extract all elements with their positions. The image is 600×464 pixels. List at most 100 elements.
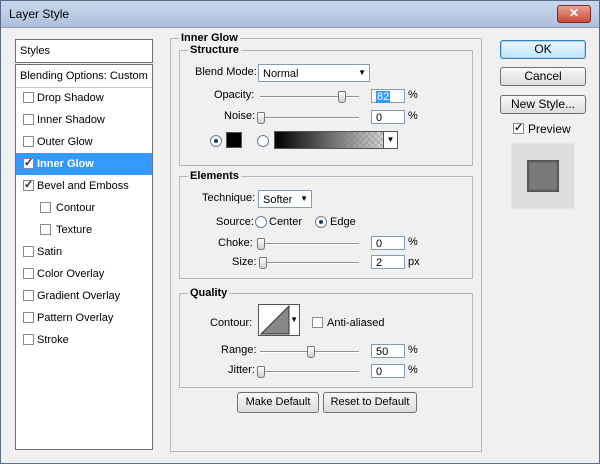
jitter-field[interactable]: 0 bbox=[371, 364, 405, 378]
styles-list: Blending Options: Custom Drop Shadow Inner… bbox=[15, 64, 153, 450]
range-unit: % bbox=[408, 344, 418, 356]
style-item-texture[interactable]: Texture bbox=[16, 219, 152, 241]
reset-default-label: Reset to Default bbox=[330, 396, 410, 408]
source-edge-radio[interactable] bbox=[315, 216, 327, 228]
noise-unit: % bbox=[408, 110, 418, 122]
style-checkbox[interactable] bbox=[40, 202, 51, 213]
make-default-button[interactable]: Make Default bbox=[237, 392, 319, 413]
jitter-slider-thumb[interactable] bbox=[257, 366, 265, 378]
style-checkbox[interactable] bbox=[23, 114, 34, 125]
style-item-label: Gradient Overlay bbox=[37, 290, 121, 302]
style-item-gradient-overlay[interactable]: Gradient Overlay bbox=[16, 285, 152, 307]
ok-button[interactable]: OK bbox=[500, 40, 586, 59]
range-label: Range: bbox=[221, 344, 257, 356]
noise-value: 0 bbox=[376, 112, 383, 124]
style-checkbox[interactable] bbox=[23, 136, 34, 147]
style-checkbox[interactable] bbox=[23, 290, 34, 301]
style-item-outer-glow[interactable]: Outer Glow bbox=[16, 131, 152, 153]
style-item-bevel-and-emboss[interactable]: Bevel and Emboss bbox=[16, 175, 152, 197]
solid-color-radio[interactable] bbox=[210, 135, 222, 147]
size-slider-thumb[interactable] bbox=[258, 257, 267, 269]
jitter-slider-track bbox=[260, 371, 359, 373]
choke-label: Choke: bbox=[218, 237, 253, 249]
style-item-drop-shadow[interactable]: Drop Shadow bbox=[16, 87, 152, 109]
style-item-satin[interactable]: Satin bbox=[16, 241, 152, 263]
contour-label: Contour: bbox=[210, 317, 253, 329]
jitter-unit: % bbox=[408, 364, 418, 376]
choke-value: 0 bbox=[376, 238, 383, 250]
technique-select[interactable]: Softer ▼ bbox=[258, 190, 312, 208]
opacity-unit: % bbox=[408, 89, 418, 101]
noise-label: Noise: bbox=[224, 110, 256, 122]
style-checkbox[interactable] bbox=[23, 92, 34, 103]
contour-picker[interactable]: ▼ bbox=[258, 304, 300, 336]
range-field[interactable]: 50 bbox=[371, 344, 405, 358]
style-item-label: Pattern Overlay bbox=[37, 312, 114, 324]
panel-title: Inner Glow bbox=[179, 32, 240, 44]
styles-header[interactable]: Styles bbox=[15, 39, 153, 63]
new-style-button[interactable]: New Style... bbox=[500, 95, 586, 114]
blend-mode-label: Blend Mode: bbox=[195, 66, 257, 78]
choke-unit: % bbox=[408, 236, 418, 248]
style-item-color-overlay[interactable]: Color Overlay bbox=[16, 263, 152, 285]
style-item-pattern-overlay[interactable]: Pattern Overlay bbox=[16, 307, 152, 329]
style-item-label: Texture bbox=[56, 224, 93, 236]
noise-slider-thumb[interactable] bbox=[257, 112, 265, 124]
style-item-blending-options-custom[interactable]: Blending Options: Custom bbox=[16, 65, 152, 88]
structure-group: Structure Blend Mode: Normal ▼ Opacity: … bbox=[179, 44, 473, 166]
style-item-stroke[interactable]: Stroke bbox=[16, 329, 152, 351]
anti-aliased-label: Anti-aliased bbox=[327, 317, 385, 329]
gradient-picker[interactable] bbox=[274, 131, 398, 149]
close-button[interactable]: ✕ bbox=[557, 5, 591, 23]
opacity-label: Opacity: bbox=[214, 89, 255, 101]
style-item-label: Inner Glow bbox=[37, 158, 94, 170]
choke-field[interactable]: 0 bbox=[371, 236, 405, 250]
new-style-label: New Style... bbox=[510, 97, 576, 111]
choke-slider-thumb[interactable] bbox=[257, 238, 265, 250]
size-field[interactable]: 2 bbox=[371, 255, 405, 269]
style-checkbox[interactable] bbox=[23, 334, 34, 345]
opacity-field[interactable]: 82 bbox=[371, 89, 405, 103]
gradient-radio[interactable] bbox=[257, 135, 269, 147]
glow-color-swatch[interactable] bbox=[226, 132, 242, 148]
style-item-label: Stroke bbox=[37, 334, 69, 346]
chevron-down-icon: ▼ bbox=[358, 68, 366, 77]
style-checkbox[interactable] bbox=[23, 178, 34, 191]
style-item-label: Bevel and Emboss bbox=[37, 180, 129, 192]
gradient-dropdown-icon[interactable]: ▼ bbox=[383, 131, 398, 149]
range-value: 50 bbox=[376, 346, 389, 358]
noise-slider-track bbox=[260, 117, 359, 119]
style-checkbox[interactable] bbox=[23, 246, 34, 257]
source-label: Source: bbox=[216, 216, 254, 228]
style-checkbox[interactable] bbox=[23, 156, 34, 169]
reset-default-button[interactable]: Reset to Default bbox=[323, 392, 417, 413]
blend-mode-select[interactable]: Normal ▼ bbox=[258, 64, 370, 82]
style-item-label: Inner Shadow bbox=[37, 114, 105, 126]
layer-style-dialog: Layer Style ✕ Styles Blending Options: C… bbox=[0, 0, 600, 464]
source-edge-label: Edge bbox=[330, 216, 356, 228]
noise-field[interactable]: 0 bbox=[371, 110, 405, 124]
style-checkbox[interactable] bbox=[40, 224, 51, 235]
style-preview-box bbox=[511, 143, 575, 209]
style-checkbox[interactable] bbox=[23, 268, 34, 279]
styles-header-label: Styles bbox=[20, 45, 50, 57]
preview-checkbox[interactable] bbox=[513, 121, 524, 134]
elements-group: Elements Technique: Softer ▼ Source: Cen… bbox=[179, 170, 473, 279]
style-item-contour[interactable]: Contour bbox=[16, 197, 152, 219]
style-item-inner-glow[interactable]: Inner Glow bbox=[16, 153, 152, 175]
ok-label: OK bbox=[534, 42, 552, 56]
anti-aliased-checkbox[interactable] bbox=[312, 317, 323, 328]
make-default-label: Make Default bbox=[245, 396, 311, 408]
opacity-slider-thumb[interactable] bbox=[338, 91, 347, 103]
quality-title: Quality bbox=[188, 287, 230, 299]
range-slider-thumb[interactable] bbox=[306, 346, 315, 358]
source-center-radio[interactable] bbox=[255, 216, 267, 228]
cancel-button[interactable]: Cancel bbox=[500, 67, 586, 86]
structure-title: Structure bbox=[188, 44, 241, 56]
source-center-label: Center bbox=[269, 216, 303, 228]
size-value: 2 bbox=[376, 257, 383, 269]
technique-label: Technique: bbox=[202, 192, 256, 204]
style-checkbox[interactable] bbox=[23, 312, 34, 323]
style-item-label: Satin bbox=[37, 246, 63, 258]
style-item-inner-shadow[interactable]: Inner Shadow bbox=[16, 109, 152, 131]
